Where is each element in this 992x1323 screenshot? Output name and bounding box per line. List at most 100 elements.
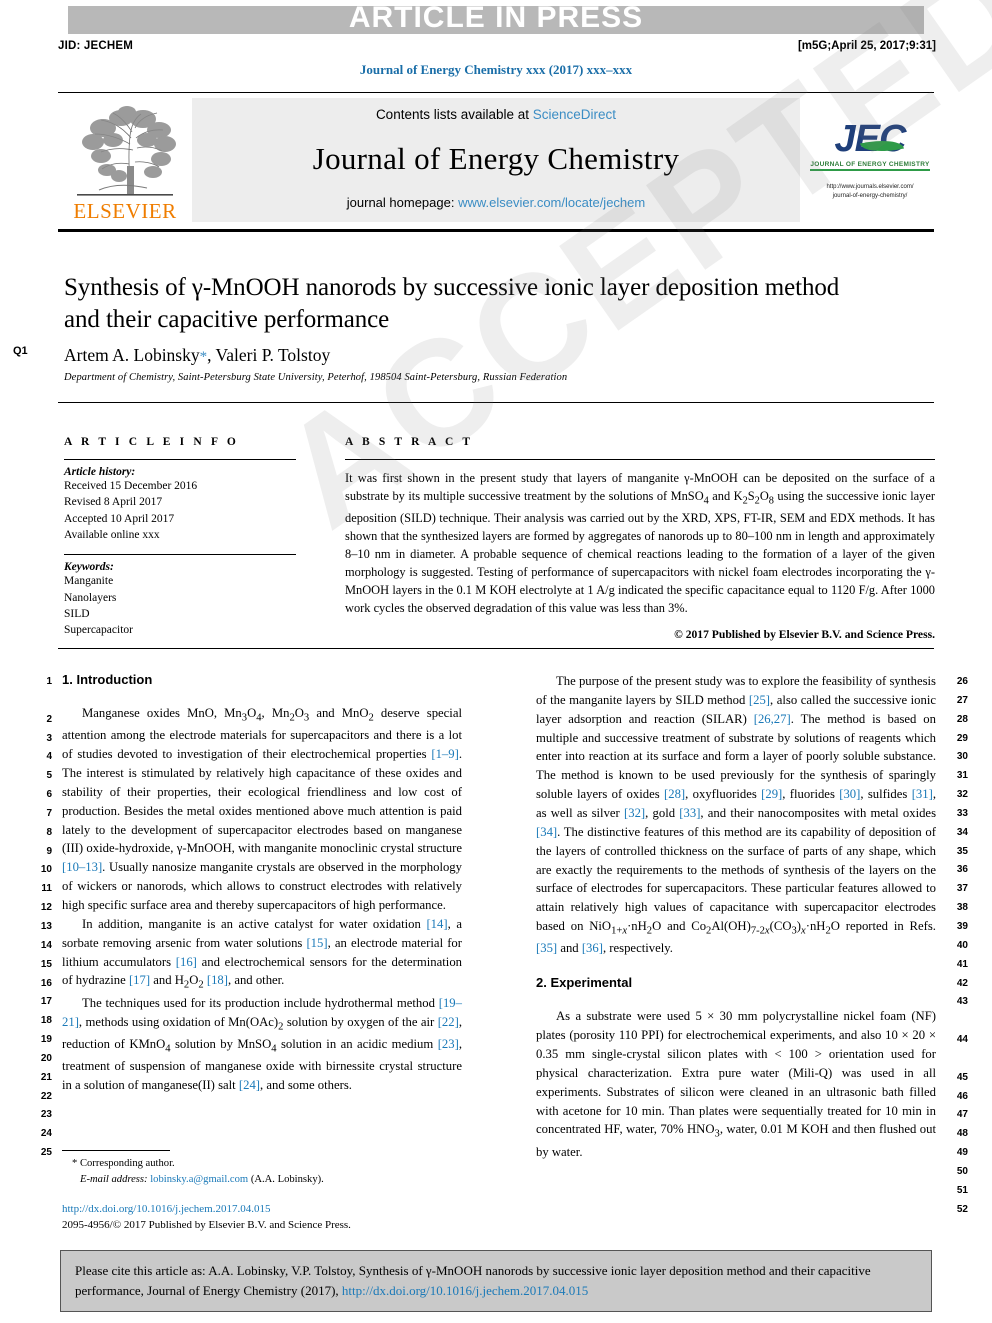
line-number: 18 bbox=[40, 1015, 52, 1027]
cite-doi-link[interactable]: http://dx.doi.org/10.1016/j.jechem.2017.… bbox=[342, 1283, 588, 1298]
jec-subtitle: JOURNAL OF ENERGY CHEMISTRY bbox=[810, 161, 930, 171]
line-number: 31 bbox=[956, 770, 968, 782]
abstract-column: A B S T R A C T It was first shown in th… bbox=[345, 436, 935, 641]
homepage-url[interactable]: www.elsevier.com/locate/jechem bbox=[458, 195, 645, 210]
journal-id: JID: JECHEM bbox=[58, 40, 134, 52]
article-history-label: Article history: bbox=[64, 466, 136, 478]
jec-url: http://www.journals.elsevier.com/ journa… bbox=[826, 183, 913, 200]
doi-block: http://dx.doi.org/10.1016/j.jechem.2017.… bbox=[62, 1202, 351, 1234]
line-number: 41 bbox=[956, 958, 968, 970]
elsevier-logo: ELSEVIER bbox=[62, 98, 188, 222]
author-affiliation: Department of Chemistry, Saint-Petersbur… bbox=[64, 372, 568, 383]
keyword-item: Supercapacitor bbox=[64, 624, 133, 637]
line-number: 49 bbox=[956, 1147, 968, 1159]
email-address-link[interactable]: lobinsky.a@gmail.com bbox=[150, 1174, 248, 1185]
cite-this-article-box: Please cite this article as: A.A. Lobins… bbox=[60, 1250, 932, 1312]
abstract-bottom-rule bbox=[58, 648, 934, 649]
article-in-press-label: ARTICLE IN PRESS bbox=[348, 1, 644, 34]
line-number: 37 bbox=[956, 883, 968, 895]
body-column-right: The purpose of the present study was to … bbox=[536, 672, 936, 1162]
corresponding-author-star: * bbox=[199, 349, 208, 365]
line-number: 45 bbox=[956, 1071, 968, 1083]
line-number: 3 bbox=[46, 732, 52, 744]
line-number: 39 bbox=[956, 920, 968, 932]
footnote-rule bbox=[62, 1150, 170, 1151]
line-number: 46 bbox=[956, 1090, 968, 1102]
homepage-prefix: journal homepage: bbox=[346, 195, 459, 210]
journal-masthead: ELSEVIER Contents lists available at Sci… bbox=[58, 96, 934, 224]
body-column-left: 1. Introduction Manganese oxides MnO, Mn… bbox=[62, 672, 462, 1095]
line-number: 42 bbox=[956, 977, 968, 989]
history-accepted: Accepted 10 April 2017 bbox=[64, 512, 175, 525]
line-number: 26 bbox=[956, 676, 968, 687]
line-number: 17 bbox=[40, 996, 52, 1008]
intro-paragraph-1: Manganese oxides MnO, Mn3O4, Mn2O3 and M… bbox=[62, 706, 462, 912]
abstract-rule bbox=[345, 459, 935, 460]
line-number: 6 bbox=[46, 789, 52, 801]
history-revised: Revised 8 April 2017 bbox=[64, 496, 163, 509]
intro-paragraph-3: The techniques used for its production i… bbox=[62, 995, 462, 1092]
keyword-item: Manganite bbox=[64, 575, 114, 588]
line-number: 12 bbox=[40, 902, 52, 914]
journal-homepage-line: journal homepage: www.elsevier.com/locat… bbox=[347, 195, 645, 210]
contents-prefix: Contents lists available at bbox=[375, 107, 533, 122]
line-number: 32 bbox=[956, 789, 968, 801]
doi-link[interactable]: http://dx.doi.org/10.1016/j.jechem.2017.… bbox=[62, 1202, 351, 1218]
keyword-item: Nanolayers bbox=[64, 591, 117, 604]
line-number: 9 bbox=[46, 845, 52, 857]
journal-title: Journal of Energy Chemistry bbox=[312, 140, 680, 176]
jec-url-line1: http://www.journals.elsevier.com/ bbox=[826, 183, 914, 190]
line-number: 14 bbox=[40, 939, 52, 951]
page-title: Synthesis of γ-MnOOH nanorods by success… bbox=[64, 274, 840, 333]
corresponding-author-note: * Corresponding author. bbox=[72, 1158, 175, 1169]
elsevier-tree-icon bbox=[69, 104, 181, 200]
line-number: 44 bbox=[956, 1034, 968, 1046]
issn-copyright-line: 2095-4956/© 2017 Published by Elsevier B… bbox=[62, 1218, 351, 1231]
line-number: 34 bbox=[956, 826, 968, 838]
history-received: Received 15 December 2016 bbox=[64, 480, 198, 492]
article-info-column: A R T I C L E I N F O Article history: R… bbox=[64, 436, 296, 639]
line-number: 48 bbox=[956, 1128, 968, 1140]
line-number: 40 bbox=[956, 939, 968, 951]
line-number: 15 bbox=[40, 958, 52, 970]
experimental-paragraph-1: As a substrate were used 5 × 30 mm polyc… bbox=[536, 1009, 936, 1159]
line-number: 7 bbox=[46, 807, 52, 819]
line-number: 4 bbox=[46, 751, 52, 763]
line-numbers-right: 26 27 28 29 30 31 32 33 34 35 36 37 38 3… bbox=[946, 673, 968, 1219]
keywords-rule bbox=[64, 554, 296, 556]
line-number: 36 bbox=[956, 864, 968, 876]
sciencedirect-link[interactable]: ScienceDirect bbox=[533, 107, 616, 122]
line-number: 13 bbox=[40, 920, 52, 932]
header-rule bbox=[58, 92, 934, 93]
right-paragraph-1: The purpose of the present study was to … bbox=[536, 674, 937, 956]
line-number: 2 bbox=[46, 713, 52, 725]
line-number: 21 bbox=[40, 1071, 52, 1083]
line-number: 50 bbox=[956, 1165, 968, 1177]
title-bottom-rule bbox=[58, 402, 934, 403]
line-number: 35 bbox=[956, 845, 968, 857]
line-number: 16 bbox=[40, 977, 52, 989]
author-first: Artem A. Lobinsky bbox=[64, 345, 200, 365]
line-number: 10 bbox=[40, 864, 52, 876]
line-number: 19 bbox=[40, 1034, 52, 1046]
line-number: 43 bbox=[956, 996, 968, 1008]
elsevier-wordmark: ELSEVIER bbox=[73, 199, 177, 223]
section-heading-introduction: 1. Introduction bbox=[62, 672, 153, 687]
line-number: 25 bbox=[40, 1147, 52, 1159]
line-number: 22 bbox=[40, 1090, 52, 1102]
paper-page: ACCEPTED PROOF ARTICLE IN PRESS JID: JEC… bbox=[0, 0, 992, 1323]
line-number: 52 bbox=[956, 1203, 968, 1215]
line-number: 24 bbox=[40, 1128, 52, 1140]
line-number: 11 bbox=[41, 883, 52, 895]
line-number: 38 bbox=[956, 902, 968, 914]
jec-logo: JEC JOURNAL OF ENERGY CHEMISTRY http://w… bbox=[806, 96, 934, 224]
email-label: E-mail address: bbox=[80, 1173, 148, 1185]
article-info-rule bbox=[64, 459, 296, 460]
article-info-heading: A R T I C L E I N F O bbox=[64, 436, 239, 448]
line-number: 33 bbox=[956, 807, 968, 819]
line-number: 8 bbox=[46, 826, 52, 838]
line-number: 51 bbox=[956, 1184, 968, 1196]
line-number: 1 bbox=[46, 676, 52, 687]
query-marker-q1: Q1 bbox=[13, 345, 28, 357]
contents-line: Contents lists available at ScienceDirec… bbox=[376, 107, 616, 122]
